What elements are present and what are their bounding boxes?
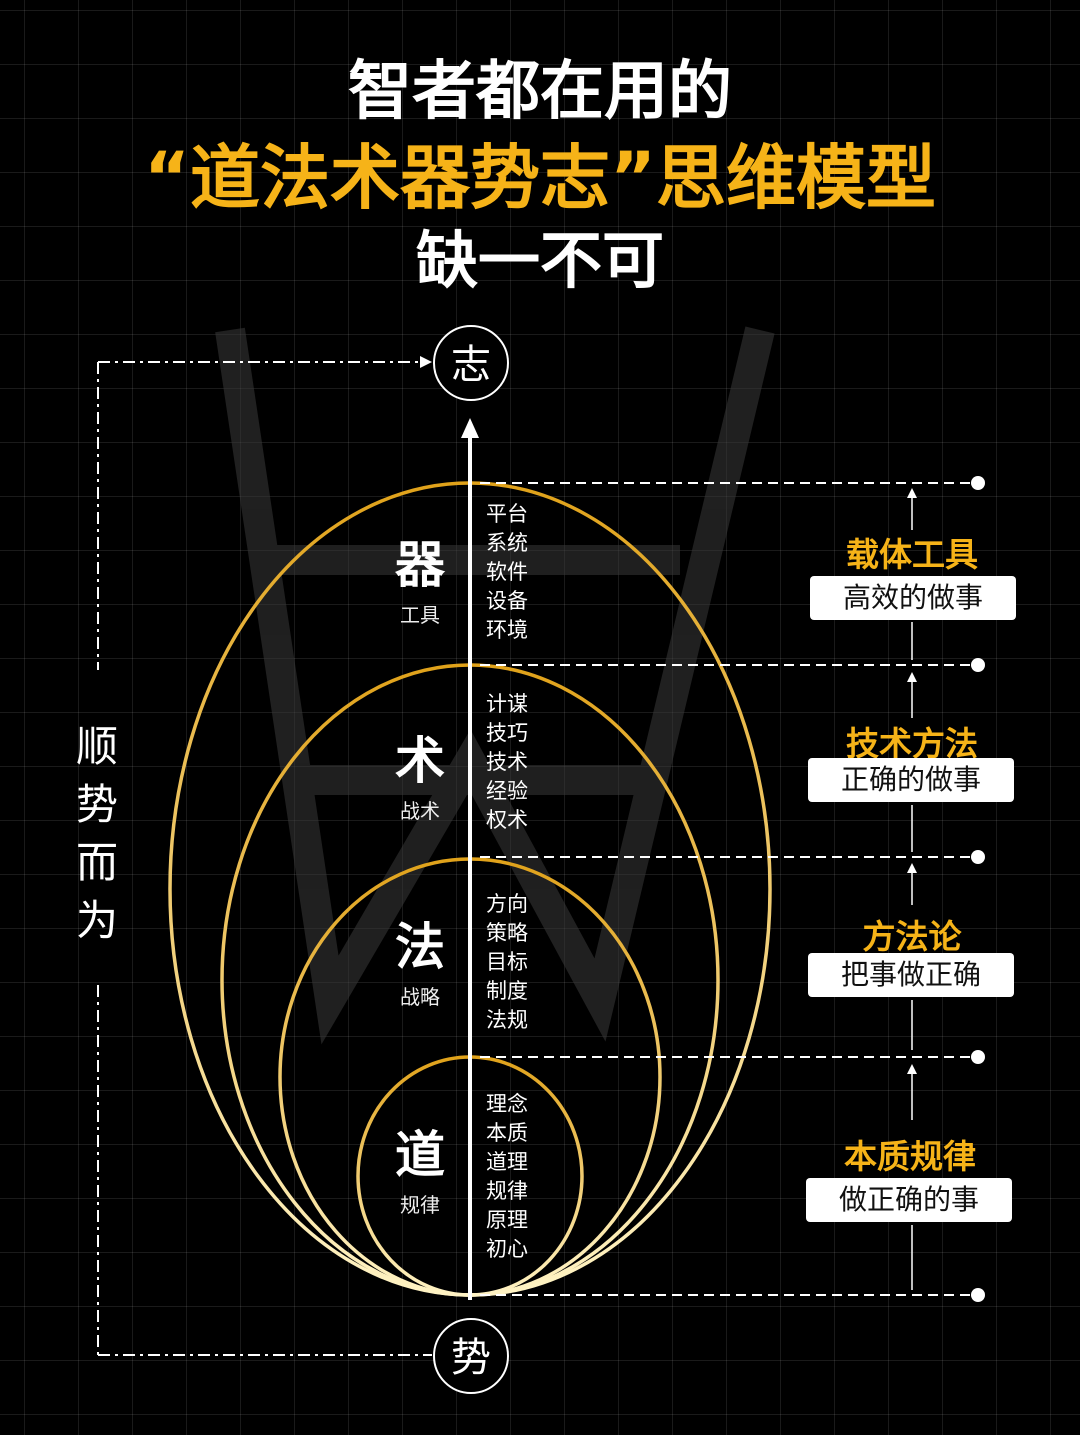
- list-item: 策略: [486, 921, 528, 945]
- category-box: 高效的做事: [810, 576, 1016, 620]
- right-arrow-1: [907, 488, 917, 498]
- level-shu-name: 术: [395, 732, 445, 790]
- side-label-char: 而: [75, 838, 118, 887]
- level-qi-sub: 工具: [400, 603, 440, 627]
- list-item: 规律: [486, 1179, 528, 1203]
- node-shi: 势: [433, 1318, 509, 1394]
- side-label-char: 顺: [75, 722, 118, 771]
- level-fa-name: 法: [395, 918, 445, 976]
- list-item: 计谋: [486, 692, 528, 716]
- side-label-char: 势: [75, 780, 118, 829]
- list-item: 技巧: [486, 721, 528, 745]
- level-fa: 法 战略: [365, 920, 475, 1010]
- list-item: 权术: [486, 808, 528, 832]
- guide-dot-3: [971, 850, 985, 864]
- level-shu-sub: 战术: [400, 799, 440, 823]
- level-fa-items: 方向 策略 目标 制度 法规: [486, 890, 546, 1035]
- list-item: 制度: [486, 979, 528, 1003]
- guide-dot-4: [971, 1050, 985, 1064]
- guide-dot-1: [971, 476, 985, 490]
- list-item: 方向: [486, 892, 528, 916]
- list-item: 环境: [486, 618, 528, 642]
- list-item: 软件: [486, 560, 528, 584]
- level-dao-sub: 规律: [400, 1193, 440, 1217]
- right-arrow-3: [907, 863, 917, 873]
- list-item: 系统: [486, 531, 528, 555]
- level-dao: 道 规律: [365, 1128, 475, 1218]
- level-fa-sub: 战略: [400, 985, 440, 1009]
- list-item: 技术: [486, 750, 528, 774]
- category-label: 本质规律: [844, 1137, 976, 1176]
- right-arrow-4: [907, 1064, 917, 1074]
- left-bracket-arrow: [420, 356, 432, 368]
- category-box: 做正确的事: [806, 1178, 1012, 1222]
- list-item: 设备: [486, 589, 528, 613]
- category-box: 正确的做事: [808, 758, 1014, 802]
- node-zhi: 志: [433, 325, 509, 401]
- level-qi: 器 工具: [365, 538, 475, 628]
- list-item: 原理: [486, 1208, 528, 1232]
- right-arrow-2: [907, 672, 917, 682]
- list-item: 初心: [486, 1237, 528, 1261]
- level-qi-items: 平台 系统 软件 设备 环境: [486, 500, 546, 645]
- level-dao-items: 理念 本质 道理 规律 原理 初心: [486, 1090, 546, 1264]
- category-label: 方法论: [862, 917, 962, 956]
- list-item: 理念: [486, 1092, 528, 1116]
- level-dao-name: 道: [395, 1126, 445, 1184]
- list-item: 法规: [486, 1008, 528, 1032]
- list-item: 经验: [486, 779, 528, 803]
- list-item: 本质: [486, 1121, 528, 1145]
- list-item: 道理: [486, 1150, 528, 1174]
- side-label-char: 为: [75, 896, 118, 945]
- center-axis-arrow: [461, 418, 479, 438]
- side-label: 顺 势 而 为: [72, 718, 122, 950]
- category-box: 把事做正确: [808, 953, 1014, 997]
- level-shu: 术 战术: [365, 734, 475, 824]
- list-item: 目标: [486, 950, 528, 974]
- list-item: 平台: [486, 502, 528, 526]
- guide-dot-5: [971, 1288, 985, 1302]
- category-label: 载体工具: [846, 535, 978, 574]
- guide-dot-2: [971, 658, 985, 672]
- level-shu-items: 计谋 技巧 技术 经验 权术: [486, 690, 546, 835]
- level-qi-name: 器: [395, 536, 445, 594]
